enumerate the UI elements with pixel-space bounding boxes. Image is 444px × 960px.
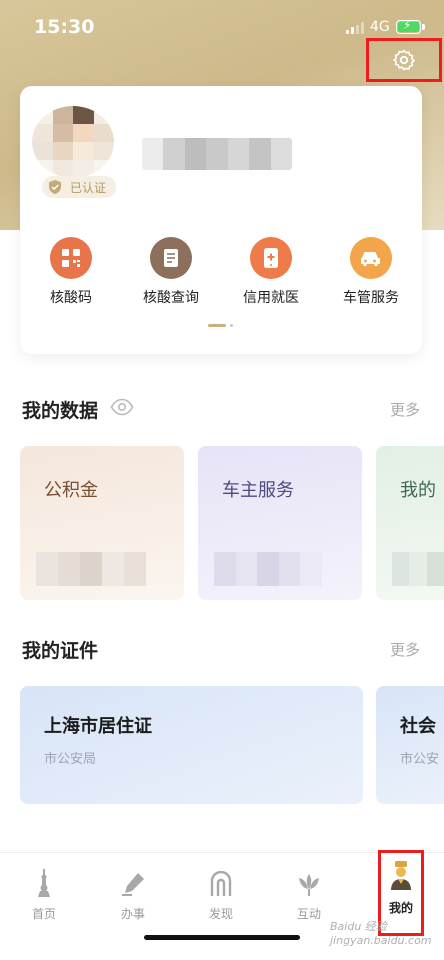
lotus-icon [295, 867, 323, 897]
data-card-label: 车主服务 [222, 480, 294, 501]
car-icon [350, 237, 392, 279]
avatar[interactable] [32, 106, 114, 178]
my-certificates-more-link[interactable]: 更多 [390, 639, 420, 660]
profile-card: 已认证 核酸码 核酸查询 信用就医 车管服务 [20, 86, 422, 354]
tab-label: 办事 [120, 907, 145, 921]
service-nucleic-code[interactable]: 核酸码 [26, 237, 116, 307]
phone-medical-icon [250, 237, 292, 279]
certificate-card-residence-permit[interactable]: 上海市居住证 市公安局 [20, 686, 363, 804]
tab-label: 我的 [388, 901, 413, 915]
certificate-card-partial[interactable]: 社会 市公安 [376, 686, 444, 804]
qr-code-icon [50, 237, 92, 279]
certificate-title: 社会 [400, 716, 436, 737]
document-icon [150, 237, 192, 279]
settings-button[interactable] [366, 38, 442, 82]
tab-home[interactable]: 首页 [14, 861, 74, 925]
data-card-partial[interactable]: 我的 [376, 446, 444, 600]
arch-icon [207, 867, 235, 897]
service-label: 核酸码 [50, 290, 92, 306]
service-nucleic-query[interactable]: 核酸查询 [126, 237, 216, 307]
user-name-redacted [142, 138, 292, 170]
tab-services[interactable]: 办事 [103, 861, 163, 925]
value-redacted [392, 552, 444, 586]
my-certificates-title: 我的证件 [22, 640, 99, 662]
battery-icon: ⚡ [396, 18, 425, 34]
network-label: 4G [370, 19, 390, 35]
service-label: 核酸查询 [143, 290, 199, 306]
certificate-title: 上海市居住证 [44, 716, 152, 737]
service-vehicle[interactable]: 车管服务 [326, 237, 416, 307]
verified-label: 已认证 [70, 180, 107, 195]
tower-icon [30, 867, 58, 897]
eye-icon[interactable] [110, 398, 134, 416]
tab-interact[interactable]: 互动 [279, 861, 339, 925]
pen-icon [119, 867, 147, 897]
shield-check-icon [49, 180, 61, 194]
value-redacted [36, 552, 146, 586]
data-card-label: 公积金 [44, 480, 98, 501]
data-card-vehicle-owner[interactable]: 车主服务 [198, 446, 362, 600]
status-time: 15:30 [34, 16, 95, 38]
tab-label: 首页 [31, 907, 56, 921]
profile-icon [387, 861, 415, 891]
certificate-issuer: 市公安 [400, 752, 440, 767]
service-credit-medical[interactable]: 信用就医 [226, 237, 316, 307]
my-data-title: 我的数据 [22, 400, 99, 422]
certificate-issuer: 市公安局 [44, 752, 97, 767]
tab-label: 发现 [208, 907, 233, 921]
watermark: Baidu 经验 jingyan.baidu.com [330, 920, 432, 947]
data-card-housing-fund[interactable]: 公积金 [20, 446, 184, 600]
carousel-indicator [208, 324, 238, 328]
gear-icon [393, 49, 415, 71]
my-data-more-link[interactable]: 更多 [390, 399, 420, 420]
service-label: 车管服务 [343, 290, 399, 306]
home-indicator [144, 935, 300, 940]
tab-discover[interactable]: 发现 [191, 861, 251, 925]
service-label: 信用就医 [243, 290, 299, 306]
data-card-label: 我的 [400, 480, 436, 501]
signal-icon [346, 22, 366, 34]
value-redacted [214, 552, 322, 586]
verified-badge: 已认证 [42, 176, 117, 198]
